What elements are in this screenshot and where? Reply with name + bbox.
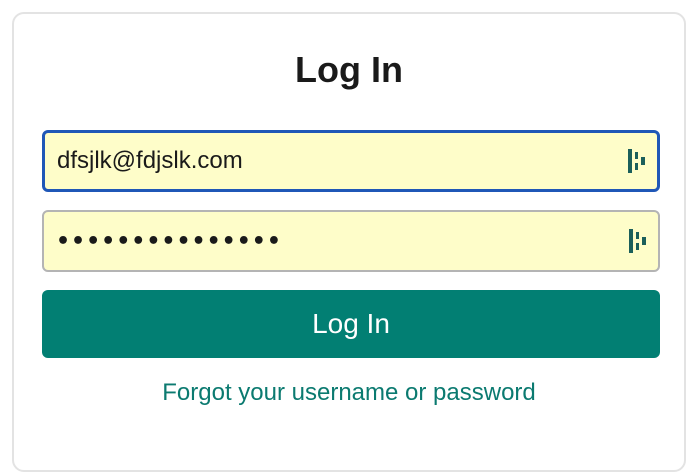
login-button[interactable]: Log In (42, 290, 660, 358)
password-manager-icon[interactable] (627, 148, 647, 174)
password-field[interactable]: ••••••••••••••• (42, 210, 660, 272)
forgot-credentials-link[interactable]: Forgot your username or password (14, 378, 684, 408)
password-value[interactable]: ••••••••••••••• (56, 212, 602, 270)
page-title: Log In (295, 49, 403, 90)
login-card: Log In dfsjlk@fdjslk.com •••••••••••••••… (12, 12, 686, 472)
password-manager-icon[interactable] (628, 228, 648, 254)
email-value[interactable]: dfsjlk@fdjslk.com (57, 133, 601, 189)
email-field[interactable]: dfsjlk@fdjslk.com (42, 130, 660, 192)
